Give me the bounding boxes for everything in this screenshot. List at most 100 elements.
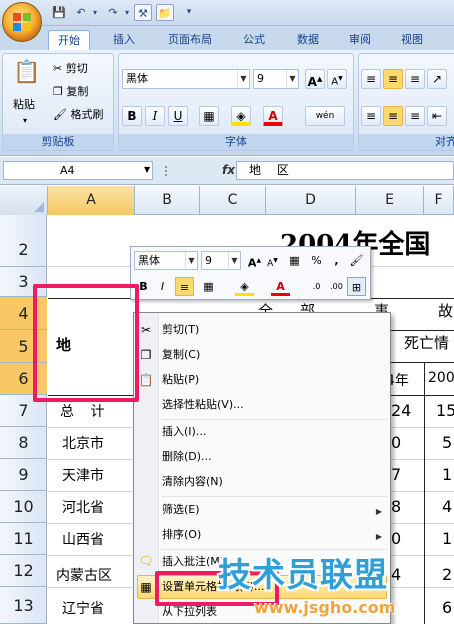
menu-item-delete[interactable]: 删除(D)... bbox=[162, 446, 212, 468]
mini-comma-button[interactable]: , bbox=[327, 251, 346, 270]
menu-item-paste[interactable]: 粘贴(P) bbox=[162, 369, 199, 391]
phonetic-guide-button[interactable]: wén bbox=[305, 106, 345, 126]
insert-function-button[interactable]: fx bbox=[222, 163, 235, 177]
cell-e8[interactable]: 0 bbox=[391, 433, 401, 452]
mini-grow-font-icon[interactable]: A▲ bbox=[245, 251, 264, 270]
grow-font-button[interactable]: A▲ bbox=[305, 69, 325, 89]
customize-qat-icon[interactable]: ▾ bbox=[180, 4, 198, 21]
row-header-8[interactable]: 8 bbox=[0, 427, 47, 459]
align-top-icon[interactable]: ≡ bbox=[361, 69, 381, 89]
borders-icon[interactable]: ▦ bbox=[199, 106, 219, 126]
mini-number-format-icon[interactable]: ▦ bbox=[285, 251, 304, 270]
mini-merge-center-icon[interactable]: ⊞ bbox=[347, 277, 366, 296]
align-left-icon[interactable]: ≡ bbox=[361, 106, 381, 126]
tab-insert[interactable]: 插入 bbox=[104, 30, 144, 50]
menu-item-insert[interactable]: 插入(I)... bbox=[162, 421, 206, 443]
office-button[interactable] bbox=[2, 2, 42, 42]
mini-format-painter-icon[interactable]: 🖌 bbox=[347, 251, 366, 270]
splitter-handle[interactable] bbox=[165, 166, 168, 176]
row-label-tianjin[interactable]: 天津市 bbox=[62, 465, 104, 485]
tab-page-layout[interactable]: 页面布局 bbox=[160, 30, 220, 50]
chevron-down-icon[interactable]: ▼ bbox=[237, 70, 249, 88]
cell-f12[interactable]: 2 bbox=[442, 565, 452, 584]
font-color-icon[interactable]: A bbox=[263, 106, 283, 126]
cell-e10[interactable]: 8 bbox=[391, 497, 401, 516]
underline-button[interactable]: U bbox=[168, 106, 188, 126]
column-header-a[interactable]: A bbox=[48, 186, 135, 215]
bold-button[interactable]: B bbox=[122, 106, 142, 126]
paste-button[interactable]: 粘贴 bbox=[13, 96, 35, 112]
tab-formulas[interactable]: 公式 bbox=[236, 30, 272, 50]
cell-e12[interactable]: 4 bbox=[391, 565, 401, 584]
paste-dropdown-icon[interactable]: ▾ bbox=[23, 116, 27, 125]
tab-view[interactable]: 视图 bbox=[394, 30, 430, 50]
mini-decrease-decimal-icon[interactable]: .00 bbox=[327, 277, 346, 296]
row-header-13[interactable]: 13 bbox=[0, 587, 47, 624]
row-label-beijing[interactable]: 北京市 bbox=[62, 433, 104, 453]
row-header-2[interactable]: 2 bbox=[0, 215, 47, 267]
chevron-down-icon[interactable]: ▼ bbox=[185, 252, 197, 270]
row-header-9[interactable]: 9 bbox=[0, 459, 47, 491]
cell-f8[interactable]: 5 bbox=[442, 433, 452, 452]
tab-data[interactable]: 数据 bbox=[290, 30, 326, 50]
cell-f7[interactable]: 15 bbox=[436, 401, 454, 420]
chevron-down-icon[interactable]: ▼ bbox=[286, 70, 298, 88]
menu-item-copy[interactable]: 复制(C) bbox=[162, 344, 200, 366]
align-center-icon[interactable]: ≡ bbox=[383, 106, 403, 126]
cell-e11[interactable]: 0 bbox=[391, 529, 401, 548]
mini-percent-button[interactable]: % bbox=[307, 251, 326, 270]
cell-f11[interactable]: 1 bbox=[442, 529, 452, 548]
column-header-f[interactable]: F bbox=[424, 186, 454, 215]
mini-borders-icon[interactable]: ▦ bbox=[199, 277, 218, 296]
menu-item-paste-special[interactable]: 选择性粘贴(V)... bbox=[162, 394, 244, 416]
font-size-combo[interactable]: 9 ▼ bbox=[253, 69, 299, 89]
name-box-dropdown-icon[interactable]: ▼ bbox=[144, 165, 150, 174]
orientation-icon[interactable]: ↗ bbox=[427, 69, 447, 89]
formula-input[interactable]: 地 区 bbox=[236, 161, 454, 180]
cell-f9[interactable]: 1 bbox=[442, 465, 452, 484]
copy-button[interactable]: ❐ 复制 bbox=[53, 83, 88, 99]
align-middle-icon[interactable]: ≡ bbox=[383, 69, 403, 89]
row-label-shanxi[interactable]: 山西省 bbox=[62, 529, 104, 549]
row-label-total[interactable]: 总 计 bbox=[60, 401, 110, 421]
tools-icon[interactable]: ⚒ bbox=[134, 4, 152, 21]
menu-item-insert-comment[interactable]: 插入批注(M) bbox=[162, 551, 224, 573]
cell-f10[interactable]: 4 bbox=[442, 497, 452, 516]
column-header-e[interactable]: E bbox=[356, 186, 424, 215]
mini-shrink-font-icon[interactable]: A▼ bbox=[263, 251, 282, 270]
folder-icon[interactable]: 📁 bbox=[156, 4, 174, 21]
row-label-inner-mongolia[interactable]: 内蒙古区 bbox=[56, 565, 112, 585]
name-box[interactable]: A4 bbox=[3, 161, 153, 180]
select-all-corner[interactable] bbox=[0, 186, 48, 215]
indent-icon[interactable]: ⇤ bbox=[427, 106, 447, 126]
save-icon[interactable]: 💾 bbox=[50, 4, 68, 21]
align-bottom-icon[interactable]: ≡ bbox=[405, 69, 425, 89]
menu-item-filter[interactable]: 筛选(E) bbox=[162, 499, 200, 521]
column-header-c[interactable]: C bbox=[200, 186, 266, 215]
mini-size-combo[interactable]: 9 ▼ bbox=[201, 251, 241, 270]
mini-align-center-icon[interactable]: ≡ bbox=[175, 277, 194, 296]
italic-button[interactable]: I bbox=[145, 106, 165, 126]
row-label-liaoning[interactable]: 辽宁省 bbox=[62, 598, 104, 618]
mini-increase-decimal-icon[interactable]: .0 bbox=[307, 277, 326, 296]
mini-fill-color-icon[interactable]: ◈ bbox=[235, 277, 254, 296]
format-painter-button[interactable]: 🖌 格式刷 bbox=[53, 106, 103, 122]
shrink-font-button[interactable]: A▼ bbox=[327, 69, 347, 89]
menu-item-cut[interactable]: 剪切(T) bbox=[162, 319, 199, 341]
fill-color-icon[interactable]: ◈ bbox=[231, 106, 251, 126]
column-header-d[interactable]: D bbox=[266, 186, 356, 215]
cell-e7[interactable]: 24 bbox=[391, 401, 411, 420]
cell-e9[interactable]: 7 bbox=[391, 465, 401, 484]
cut-button[interactable]: ✂ 剪切 bbox=[53, 60, 88, 76]
tab-review[interactable]: 审阅 bbox=[342, 30, 378, 50]
row-header-10[interactable]: 10 bbox=[0, 491, 47, 523]
column-header-b[interactable]: B bbox=[135, 186, 200, 215]
mini-font-color-icon[interactable]: A bbox=[271, 277, 290, 296]
row-header-11[interactable]: 11 bbox=[0, 523, 47, 555]
undo-dropdown-icon[interactable]: ▾ bbox=[86, 4, 104, 21]
menu-item-sort[interactable]: 排序(O) bbox=[162, 524, 201, 546]
row-header-12[interactable]: 12 bbox=[0, 555, 47, 587]
align-right-icon[interactable]: ≡ bbox=[405, 106, 425, 126]
cell-f13[interactable]: 6 bbox=[442, 598, 452, 617]
font-name-combo[interactable]: 黑体 ▼ bbox=[122, 69, 250, 89]
